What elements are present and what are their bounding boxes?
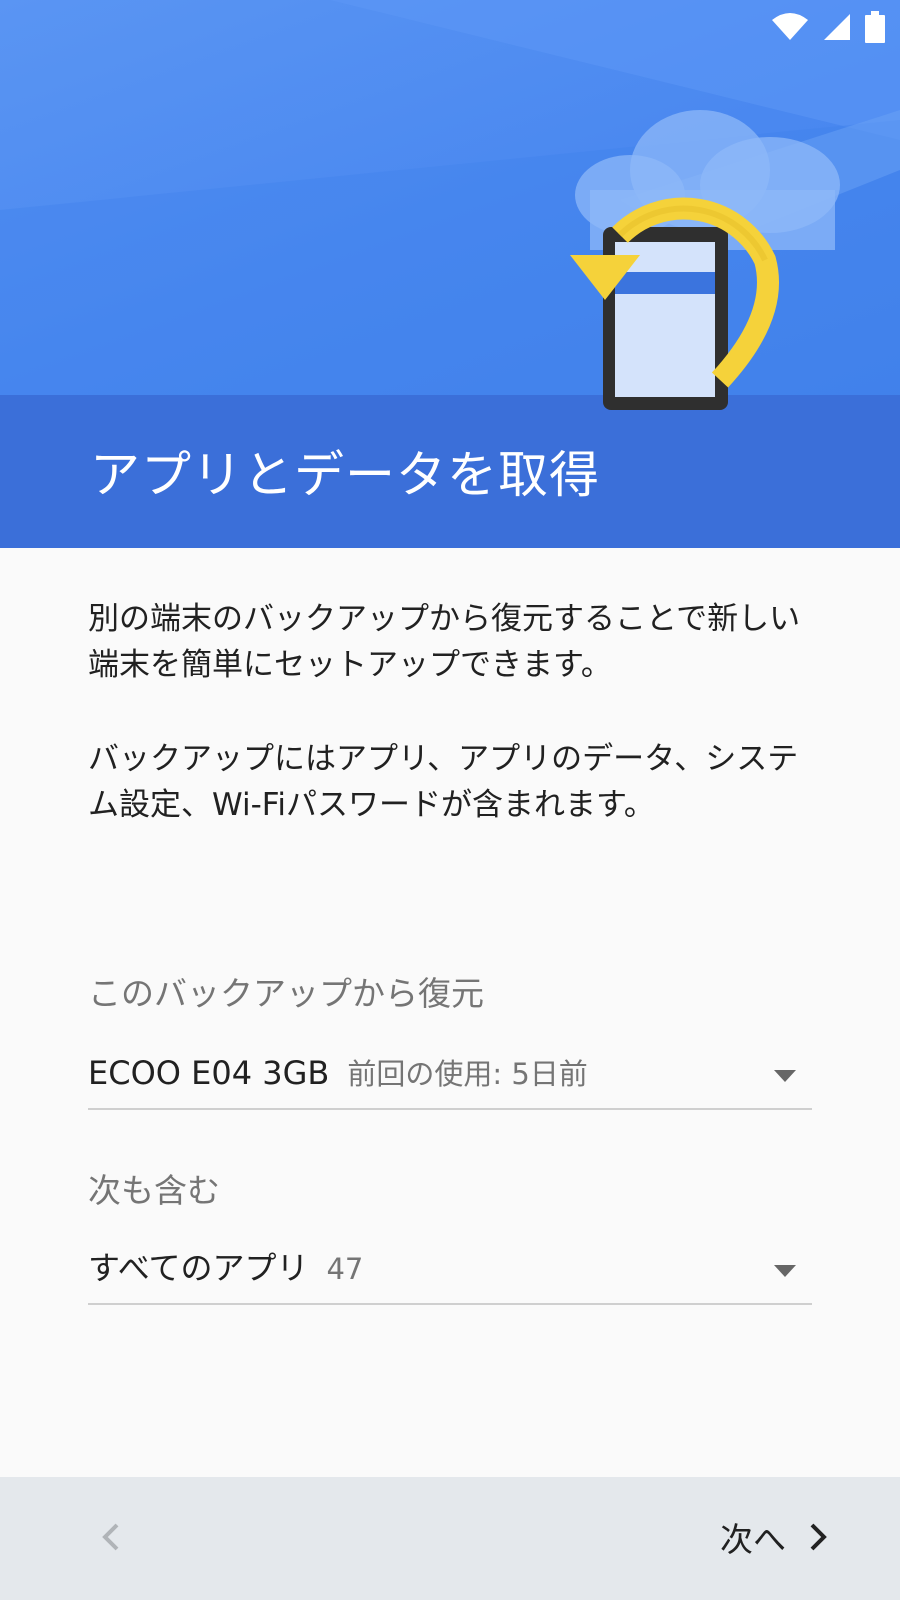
backup-last-used: 前回の使用: 5日前	[347, 1057, 588, 1091]
phone-restore-illustration	[570, 110, 840, 410]
dropdown-arrow-icon	[774, 1070, 796, 1082]
include-label: 次も含む	[88, 1171, 220, 1210]
next-button[interactable]: 次へ	[720, 1505, 830, 1569]
page-title: アプリとデータを取得	[90, 446, 600, 504]
bottom-navigation: 次へ	[0, 1477, 900, 1600]
include-apps-value: すべてのアプリ 47	[88, 1247, 363, 1290]
battery-icon	[865, 11, 885, 43]
apps-count: 47	[326, 1252, 364, 1286]
backup-source-dropdown[interactable]: ECOO E04 3GB 前回の使用: 5日前	[88, 1038, 812, 1110]
header: アプリとデータを取得	[0, 0, 900, 548]
backup-contents-paragraph: バックアップにはアプリ、アプリのデータ、システム設定、Wi-Fiパスワードが含ま…	[88, 741, 799, 823]
backup-device-name: ECOO E04 3GB	[88, 1054, 330, 1092]
next-button-label: 次へ	[720, 1520, 786, 1559]
wifi-icon	[772, 13, 808, 40]
restore-from-label: このバックアップから復元	[88, 974, 484, 1013]
back-button[interactable]	[80, 1507, 140, 1567]
status-bar	[770, 11, 886, 43]
chevron-left-icon	[102, 1523, 119, 1551]
include-apps-dropdown[interactable]: すべてのアプリ 47	[88, 1233, 812, 1305]
chevron-right-icon	[810, 1523, 827, 1551]
backup-source-value: ECOO E04 3GB 前回の使用: 5日前	[88, 1052, 588, 1095]
intro-paragraph: 別の端末のバックアップから復元することで新しい端末を簡単にセットアップできます。	[88, 601, 801, 683]
dropdown-arrow-icon	[774, 1265, 796, 1277]
signal-icon	[824, 14, 850, 40]
include-apps-selection: すべてのアプリ	[88, 1249, 309, 1287]
